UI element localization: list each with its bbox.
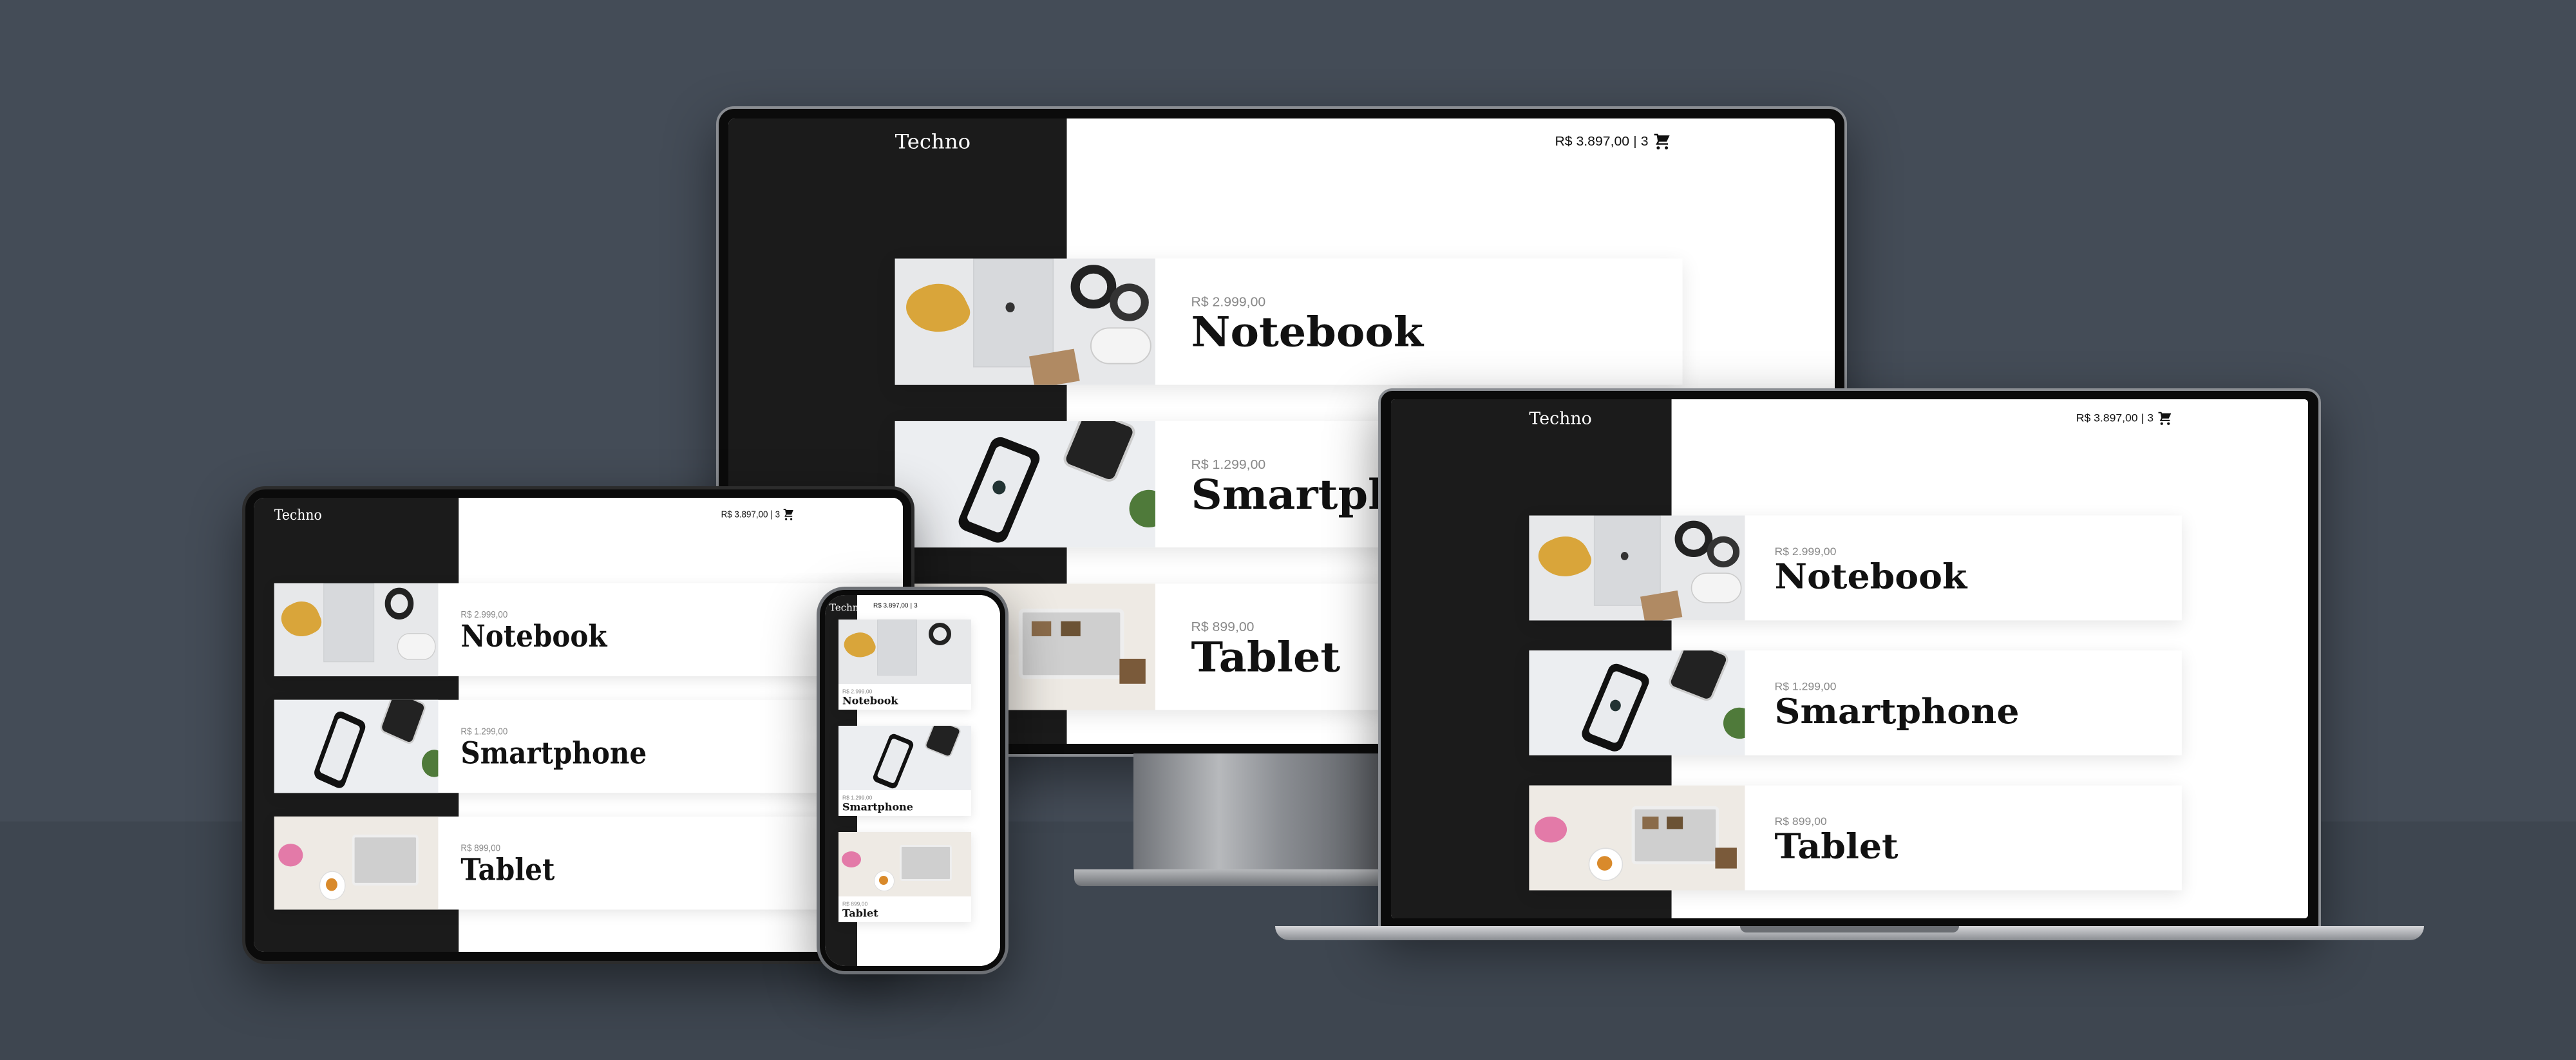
product-image-tablet — [1529, 785, 1745, 891]
ipad-site: Techno R$ 3.897,00 | 3 R$ 2.999,00 Noteb… — [254, 498, 903, 952]
cart-total: R$ 3.897,00 — [1555, 134, 1630, 149]
macbook-site: Techno R$ 3.897,00 | 3 R$ 2.999,00 Noteb… — [1391, 399, 2308, 918]
product-name[interactable]: Smartphone — [460, 738, 647, 768]
iphone-screen: Techno R$ 3.897,00 | 3 R$ 2.999,00 Noteb… — [825, 595, 1000, 966]
product-price: R$ 2.999,00 — [842, 688, 873, 695]
product-info: R$ 1.299,00 Smartphone — [838, 790, 971, 812]
macbook-notch — [1740, 926, 1959, 932]
site-logo[interactable]: Techno — [895, 129, 971, 153]
product-info: R$ 2.999,00 Notebook — [838, 684, 971, 706]
product-card-smartphone[interactable]: R$ 1.299,00 Smartphone — [838, 726, 971, 816]
product-price: R$ 1.299,00 — [842, 795, 873, 801]
iphone-site: Techno R$ 3.897,00 | 3 R$ 2.999,00 Noteb… — [825, 595, 1000, 966]
product-name[interactable]: Notebook — [1775, 559, 1967, 593]
cart-count: 3 — [914, 602, 918, 609]
product-image-notebook — [274, 583, 439, 677]
cart-separator: | — [2141, 412, 2145, 424]
product-card-tablet[interactable]: R$ 899,00 Tablet — [838, 832, 971, 922]
macbook-screen: Techno R$ 3.897,00 | 3 R$ 2.999,00 Noteb… — [1391, 399, 2308, 918]
product-name[interactable]: Tablet — [842, 908, 971, 918]
cart-separator: | — [770, 509, 773, 520]
cart-summary[interactable]: R$ 3.897,00 | 3 — [1555, 132, 1671, 151]
cart-summary[interactable]: R$ 3.897,00 | 3 — [2076, 411, 2173, 426]
product-name[interactable]: Smartphone — [842, 802, 971, 812]
product-info: R$ 899,00 Tablet — [1745, 786, 1899, 891]
site-logo[interactable]: Techno — [829, 602, 864, 614]
shopping-cart-icon[interactable] — [1653, 132, 1672, 151]
product-name[interactable]: Notebook — [1191, 311, 1424, 352]
cart-summary[interactable]: R$ 3.897,00 | 3 — [721, 508, 795, 522]
product-info: R$ 1.299,00 Smartphone — [1745, 650, 2020, 755]
product-card-smartphone[interactable]: R$ 1.299,00 Smartphone — [274, 699, 903, 793]
product-info: R$ 1.299,00 Smartphone — [438, 700, 647, 793]
product-name[interactable]: Smartphone — [1775, 694, 2020, 728]
cart-separator: | — [910, 602, 913, 609]
product-info: R$ 899,00 Tablet — [838, 896, 971, 918]
cart-separator: | — [1633, 134, 1637, 149]
cart-total: R$ 3.897,00 — [2076, 412, 2138, 424]
shopping-cart-icon[interactable] — [782, 508, 795, 522]
product-card-tablet[interactable]: R$ 899,00 Tablet — [1529, 785, 2182, 891]
cart-count: 3 — [775, 509, 781, 520]
product-image-notebook — [895, 258, 1155, 385]
product-card-notebook[interactable]: R$ 2.999,00 Notebook — [274, 583, 903, 677]
shopping-cart-icon[interactable] — [2157, 411, 2173, 426]
product-info: R$ 899,00 Tablet — [438, 817, 554, 910]
product-image-smartphone — [838, 726, 971, 790]
site-logo[interactable]: Techno — [1529, 409, 1591, 429]
site-logo[interactable]: Techno — [274, 506, 322, 524]
product-name[interactable]: Notebook — [842, 696, 971, 706]
cart-total: R$ 3.897,00 — [873, 602, 909, 609]
product-card-notebook[interactable]: R$ 2.999,00 Notebook — [838, 620, 971, 710]
product-image-smartphone — [895, 421, 1155, 548]
product-image-notebook — [838, 620, 971, 684]
product-price: R$ 899,00 — [842, 901, 868, 907]
product-info: R$ 2.999,00 Notebook — [1745, 516, 1967, 621]
cart-count: 3 — [1640, 134, 1649, 149]
product-info: R$ 899,00 Tablet — [1155, 583, 1341, 710]
product-info: R$ 2.999,00 Notebook — [1155, 259, 1424, 385]
imac-stand — [1133, 753, 1378, 879]
product-image-smartphone — [274, 699, 439, 793]
product-name[interactable]: Tablet — [1775, 829, 1899, 863]
product-card-tablet[interactable]: R$ 899,00 Tablet — [274, 816, 903, 910]
product-name[interactable]: Tablet — [460, 855, 554, 885]
product-info: R$ 2.999,00 Notebook — [438, 583, 607, 677]
ipad-screen: Techno R$ 3.897,00 | 3 R$ 2.999,00 Noteb… — [254, 498, 903, 952]
cart-total: R$ 3.897,00 — [721, 509, 768, 520]
product-card-notebook[interactable]: R$ 2.999,00 Notebook — [895, 258, 1683, 385]
product-image-tablet — [274, 816, 439, 910]
product-image-tablet — [838, 832, 971, 896]
cart-count: 3 — [2147, 412, 2154, 424]
product-image-notebook — [1529, 515, 1745, 621]
product-name[interactable]: Tablet — [1191, 636, 1341, 677]
product-card-notebook[interactable]: R$ 2.999,00 Notebook — [1529, 515, 2182, 621]
product-card-smartphone[interactable]: R$ 1.299,00 Smartphone — [1529, 650, 2182, 755]
product-image-smartphone — [1529, 650, 1745, 755]
product-name[interactable]: Notebook — [460, 621, 607, 652]
cart-summary[interactable]: R$ 3.897,00 | 3 — [873, 602, 918, 610]
